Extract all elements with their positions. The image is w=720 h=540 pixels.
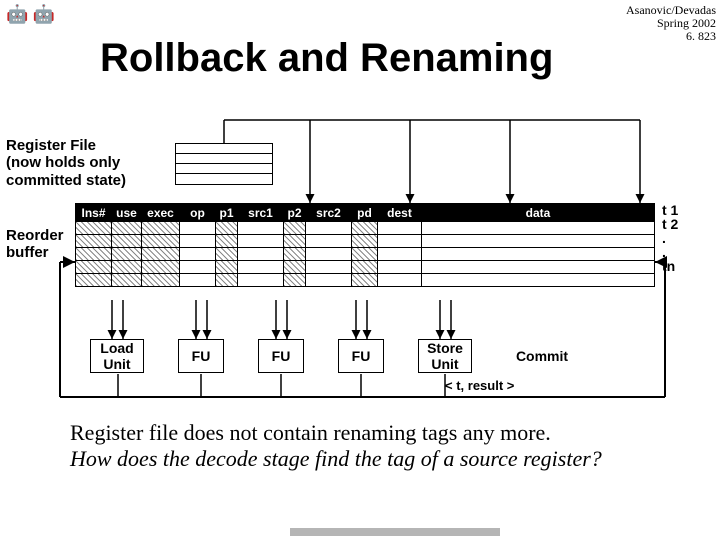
body-line-2: How does the decode stage find the tag o… [70, 446, 670, 472]
store-unit: Store Unit [418, 339, 472, 373]
col-ins: Ins# [76, 204, 112, 221]
load-unit: Load Unit [90, 339, 144, 373]
col-dest: dest [378, 204, 422, 221]
functional-units-row: Load Unit FU FU FU Store Unit Commit [90, 339, 612, 373]
page-title: Rollback and Renaming [100, 36, 553, 81]
course: 6. 823 [626, 30, 716, 43]
register-file [175, 143, 273, 185]
col-src2: src2 [306, 204, 352, 221]
col-p1: p1 [216, 204, 238, 221]
col-src1: src1 [238, 204, 284, 221]
fu-box-2: FU [258, 339, 304, 373]
logo-icon: 🤖 🤖 [6, 4, 55, 25]
table-row [76, 247, 654, 260]
header-meta: Asanovic/Devadas Spring 2002 6. 823 [626, 4, 716, 44]
footer-divider [290, 528, 500, 536]
table-row [76, 273, 654, 286]
table-row [76, 234, 654, 247]
col-p2: p2 [284, 204, 306, 221]
col-exec: exec [142, 204, 180, 221]
table-row [76, 221, 654, 234]
table-row [76, 260, 654, 273]
body-text: Register file does not contain renaming … [70, 420, 670, 473]
result-tag-label: < t, result > [445, 378, 514, 393]
reorder-buffer-label: Reorder buffer [6, 227, 64, 262]
reorder-buffer-table: Ins# use exec op p1 src1 p2 src2 pd dest… [75, 203, 655, 287]
fu-box-1: FU [178, 339, 224, 373]
register-file-label: Register File (now holds only committed … [6, 137, 126, 189]
col-use: use [112, 204, 142, 221]
col-op: op [180, 204, 216, 221]
col-pd: pd [352, 204, 378, 221]
col-data: data [422, 204, 654, 221]
fu-box-3: FU [338, 339, 384, 373]
rob-time-labels: t 1 t 2 . . tn [662, 203, 678, 273]
commit-label: Commit [506, 339, 578, 373]
body-line-1: Register file does not contain renaming … [70, 420, 670, 446]
